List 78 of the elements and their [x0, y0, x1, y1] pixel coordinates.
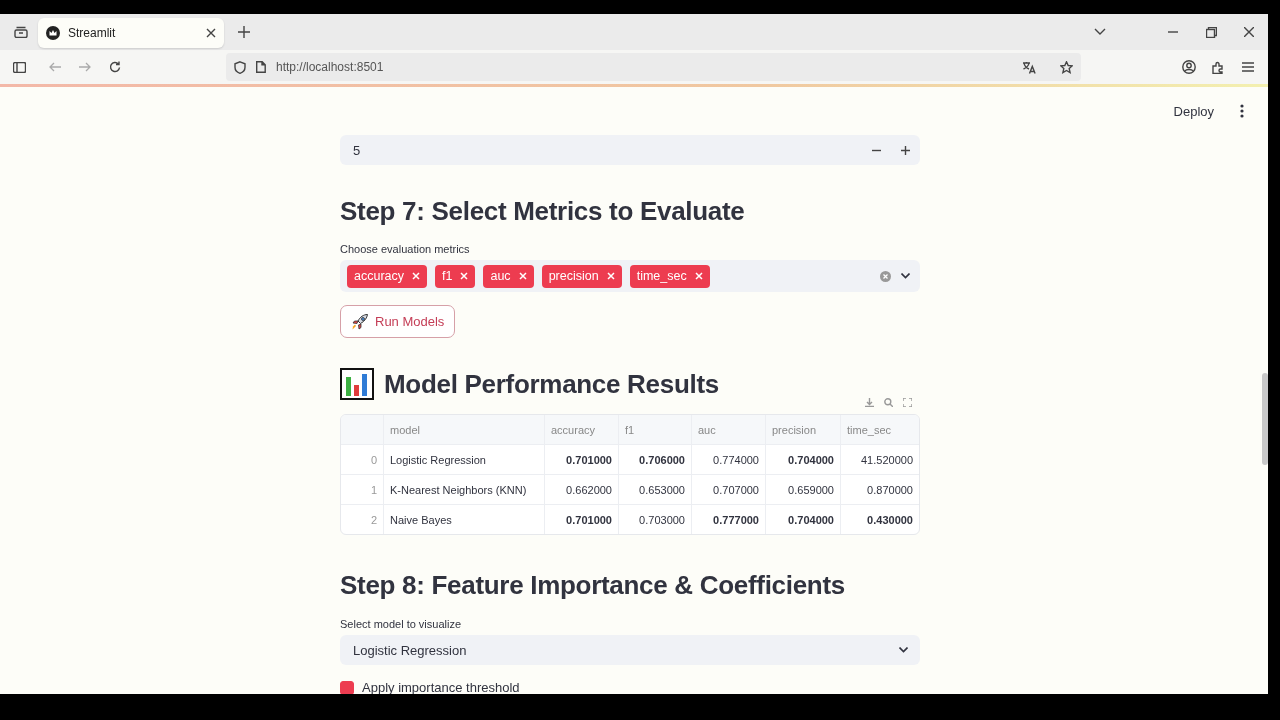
sidebar-icon[interactable]: [13, 61, 26, 73]
search-icon[interactable]: [884, 398, 893, 407]
row-index: 1: [369, 482, 378, 498]
table-cell: 0.774000: [691, 445, 765, 474]
table-cell: 0.659000: [765, 475, 840, 504]
bar-chart-icon: [340, 368, 374, 400]
close-icon[interactable]: [1244, 27, 1254, 37]
reload-icon[interactable]: [109, 61, 121, 73]
metric-tag[interactable]: f1: [435, 264, 476, 288]
table-cell: K-Nearest Neighbors (KNN): [383, 475, 544, 504]
crown-icon: [46, 26, 60, 40]
checkbox-label: Apply importance threshold: [362, 680, 520, 694]
clear-icon[interactable]: [880, 270, 891, 282]
number-field[interactable]: 5: [340, 135, 920, 165]
star-icon[interactable]: [1060, 60, 1073, 74]
table-cell: Naive Bayes: [383, 505, 544, 534]
field-label: Choose evaluation metrics: [340, 243, 471, 255]
remove-icon[interactable]: [606, 272, 615, 280]
translate-icon[interactable]: [1022, 60, 1036, 74]
column-header[interactable]: model: [383, 415, 544, 444]
address-bar[interactable]: http://localhost:8501: [226, 53, 1081, 81]
table-cell: 0.653000: [618, 475, 691, 504]
close-icon[interactable]: [206, 28, 216, 38]
shield-icon: [234, 60, 246, 74]
section-heading: Step 8: Feature Importance & Coefficients: [340, 569, 846, 602]
column-header[interactable]: time_sec: [840, 415, 919, 444]
tab-list-icon[interactable]: [14, 26, 28, 38]
extension-icon[interactable]: [1212, 60, 1225, 74]
table-cell: 0.704000: [765, 505, 840, 534]
section-heading: Step 7: Select Metrics to Evaluate: [340, 195, 746, 228]
remove-icon[interactable]: [518, 272, 527, 280]
table-cell: 41.520000: [840, 445, 919, 474]
chevron-down-icon[interactable]: [901, 273, 910, 279]
restore-icon[interactable]: [1206, 26, 1217, 38]
metric-tag[interactable]: precision: [541, 264, 622, 288]
plus-icon[interactable]: [901, 145, 910, 155]
more-icon[interactable]: [1240, 104, 1244, 118]
column-header[interactable]: auc: [691, 415, 765, 444]
table-cell: 0.707000: [691, 475, 765, 504]
download-icon[interactable]: [865, 398, 874, 407]
table-cell: 0.701000: [544, 505, 618, 534]
row-index: 2: [369, 512, 378, 528]
url-text: http://localhost:8501: [276, 60, 384, 74]
table-cell: 0.704000: [765, 445, 840, 474]
deploy-button[interactable]: Deploy: [1173, 103, 1214, 119]
fullscreen-icon[interactable]: [903, 398, 912, 407]
row-index: 0: [369, 452, 378, 468]
table-cell: Logistic Regression: [383, 445, 544, 474]
remove-icon[interactable]: [694, 272, 703, 280]
multiselect-field[interactable]: accuracy f1 auc precision time_sec: [340, 260, 920, 292]
table-cell: 0.706000: [618, 445, 691, 474]
column-header[interactable]: accuracy: [544, 415, 618, 444]
table-cell: 0.777000: [691, 505, 765, 534]
column-header[interactable]: precision: [765, 415, 840, 444]
model-select[interactable]: Logistic Regression: [340, 635, 920, 665]
page-icon: [256, 61, 266, 73]
remove-icon[interactable]: [412, 272, 421, 280]
browser-tab[interactable]: Streamlit: [38, 18, 224, 48]
table-cell: 0.430000: [840, 505, 919, 534]
menu-icon[interactable]: [1242, 62, 1254, 72]
table-cell: 0.703000: [618, 505, 691, 534]
field-label: Select model to visualize: [340, 618, 463, 630]
remove-icon[interactable]: [460, 272, 469, 280]
table-cell: 0.701000: [544, 445, 618, 474]
table-cell: 0.870000: [840, 475, 919, 504]
chevron-down-icon: [899, 647, 908, 653]
section-heading: Model Performance Results: [384, 368, 719, 401]
run-models-button[interactable]: Run Models: [340, 305, 456, 338]
new-tab-icon[interactable]: [238, 26, 250, 38]
chevron-down-icon[interactable]: [1094, 28, 1106, 36]
metric-tag[interactable]: auc: [483, 264, 534, 288]
account-icon[interactable]: [1182, 60, 1196, 74]
rocket-icon: [351, 312, 369, 331]
metric-tag[interactable]: accuracy: [347, 264, 428, 288]
table-cell: 0.662000: [544, 475, 618, 504]
column-header[interactable]: f1: [618, 415, 691, 444]
checkbox[interactable]: [340, 680, 354, 694]
metric-tag[interactable]: time_sec: [629, 264, 710, 288]
